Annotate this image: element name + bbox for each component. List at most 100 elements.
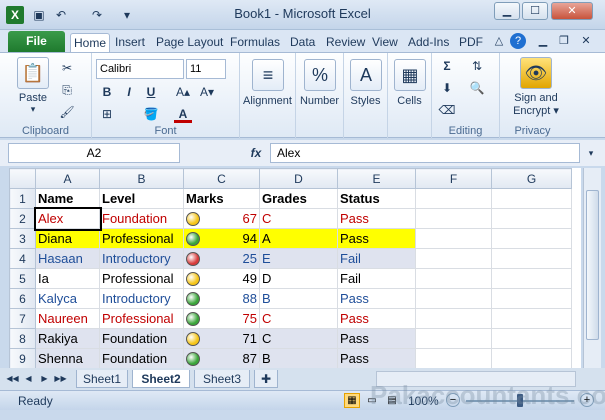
cell-g[interactable] <box>491 308 572 329</box>
sheet-tab-sheet2[interactable]: Sheet2 <box>132 370 190 388</box>
column-header-b[interactable]: B <box>99 168 184 189</box>
cell-b[interactable]: Introductory <box>99 248 184 269</box>
cell-a[interactable]: Ia <box>35 268 100 289</box>
cell-b[interactable]: Professional <box>99 268 184 289</box>
cell-b[interactable]: Foundation <box>99 328 184 349</box>
cell-d[interactable]: A <box>259 228 338 249</box>
vertical-scroll-thumb[interactable] <box>586 190 599 340</box>
cell-b[interactable]: Foundation <box>99 208 184 229</box>
cell-e[interactable]: Pass <box>337 228 416 249</box>
workbook-restore-icon[interactable]: ❐ <box>556 33 572 49</box>
cell-b[interactable]: Professional <box>99 228 184 249</box>
cells-button[interactable]: ▦ <box>392 59 428 94</box>
cell-a[interactable]: Diana <box>35 228 100 249</box>
font-color-button[interactable]: A <box>174 105 192 123</box>
fill-icon[interactable]: ⬇ <box>438 79 456 97</box>
row-header[interactable]: 5 <box>9 268 36 289</box>
cell-f[interactable] <box>415 288 492 309</box>
row-header[interactable]: 6 <box>9 288 36 309</box>
row-header[interactable]: 7 <box>9 308 36 329</box>
cell-a[interactable]: Rakiya <box>35 328 100 349</box>
worksheet-grid[interactable]: ABCDEFG 1 Name Level Marks Grades Status 2 Alex… <box>9 168 581 369</box>
column-header-g[interactable]: G <box>491 168 572 189</box>
bold-button[interactable]: B <box>98 83 116 101</box>
fill-color-icon[interactable]: 🪣 <box>142 105 160 123</box>
cell-c[interactable]: 94 <box>183 228 260 249</box>
decrease-font-icon[interactable]: A▾ <box>198 83 216 101</box>
next-sheet-icon[interactable]: ▶ <box>38 372 51 386</box>
cell-b[interactable]: Level <box>99 188 184 209</box>
cell-c[interactable]: 88 <box>183 288 260 309</box>
column-header-e[interactable]: E <box>337 168 416 189</box>
cell-e[interactable]: Status <box>337 188 416 209</box>
cell-a[interactable]: Kalyca <box>35 288 100 309</box>
tab-data[interactable]: Data <box>287 33 318 52</box>
cell-g[interactable] <box>491 328 572 349</box>
alignment-button[interactable]: ≡ <box>250 59 286 94</box>
cell-a[interactable]: Hasaan <box>35 248 100 269</box>
row-header[interactable]: 9 <box>9 348 36 369</box>
cell-g[interactable] <box>491 348 572 369</box>
tab-add-ins[interactable]: Add-Ins <box>405 33 452 52</box>
tab-file[interactable]: File <box>8 31 65 52</box>
cell-e[interactable]: Pass <box>337 308 416 329</box>
insert-function-button[interactable]: fx <box>243 143 269 163</box>
column-header-f[interactable]: F <box>415 168 492 189</box>
cell-g[interactable] <box>491 228 572 249</box>
close-button[interactable]: ✕ <box>551 2 593 20</box>
select-all-corner[interactable] <box>9 168 36 189</box>
minimize-ribbon-icon[interactable]: △ <box>491 33 507 49</box>
row-header[interactable]: 8 <box>9 328 36 349</box>
cell-b[interactable]: Professional <box>99 308 184 329</box>
column-header-a[interactable]: A <box>35 168 100 189</box>
cell-f[interactable] <box>415 348 492 369</box>
cell-a[interactable]: Shenna <box>35 348 100 369</box>
cell-c[interactable]: 87 <box>183 348 260 369</box>
cell-d[interactable]: D <box>259 268 338 289</box>
styles-button[interactable]: A <box>348 59 384 94</box>
cell-d[interactable]: B <box>259 288 338 309</box>
row-header[interactable]: 1 <box>9 188 36 209</box>
borders-icon[interactable]: ⊞ <box>98 105 116 123</box>
tab-home[interactable]: Home <box>70 33 111 52</box>
prev-sheet-icon[interactable]: ◀ <box>22 372 35 386</box>
row-header[interactable]: 2 <box>9 208 36 229</box>
cell-b[interactable]: Foundation <box>99 348 184 369</box>
tab-insert[interactable]: Insert <box>112 33 148 52</box>
first-sheet-icon[interactable]: ◀◀ <box>6 372 19 386</box>
sign-and-encrypt-button[interactable]: 👁 Sign and Encrypt ▾ <box>506 57 566 117</box>
cell-e[interactable]: Pass <box>337 288 416 309</box>
paste-button[interactable]: 📋 Paste ▾ <box>14 57 52 115</box>
cell-d[interactable]: C <box>259 308 338 329</box>
cell-g[interactable] <box>491 188 572 209</box>
cell-g[interactable] <box>491 248 572 269</box>
cell-e[interactable]: Fail <box>337 248 416 269</box>
cell-d[interactable]: C <box>259 328 338 349</box>
increase-font-icon[interactable]: A▴ <box>174 83 192 101</box>
insert-sheet-icon[interactable]: ✚ <box>254 370 278 388</box>
copy-icon[interactable]: ⎘ <box>58 81 76 99</box>
cell-c[interactable]: 49 <box>183 268 260 289</box>
sort-filter-icon[interactable]: ⇅ <box>468 57 486 75</box>
cell-a[interactable]: Naureen <box>35 308 100 329</box>
tab-pdf[interactable]: PDF <box>456 33 486 52</box>
cell-f[interactable] <box>415 248 492 269</box>
cell-e[interactable]: Pass <box>337 208 416 229</box>
cell-d[interactable]: E <box>259 248 338 269</box>
sheet-tab-sheet1[interactable]: Sheet1 <box>76 370 128 388</box>
row-header[interactable]: 4 <box>9 248 36 269</box>
clear-icon[interactable]: ⌫ <box>438 101 456 119</box>
cell-g[interactable] <box>491 268 572 289</box>
cell-d[interactable]: B <box>259 348 338 369</box>
cut-icon[interactable]: ✂ <box>58 59 76 77</box>
maximize-button[interactable]: ☐ <box>522 2 548 20</box>
cell-c[interactable]: 25 <box>183 248 260 269</box>
minimize-button[interactable]: ▁ <box>494 2 520 20</box>
cell-f[interactable] <box>415 308 492 329</box>
vertical-scrollbar[interactable] <box>583 168 601 368</box>
column-header-c[interactable]: C <box>183 168 260 189</box>
cell-g[interactable] <box>491 208 572 229</box>
tab-formulas[interactable]: Formulas <box>227 33 283 52</box>
help-icon[interactable]: ? <box>510 33 526 49</box>
row-header[interactable]: 3 <box>9 228 36 249</box>
